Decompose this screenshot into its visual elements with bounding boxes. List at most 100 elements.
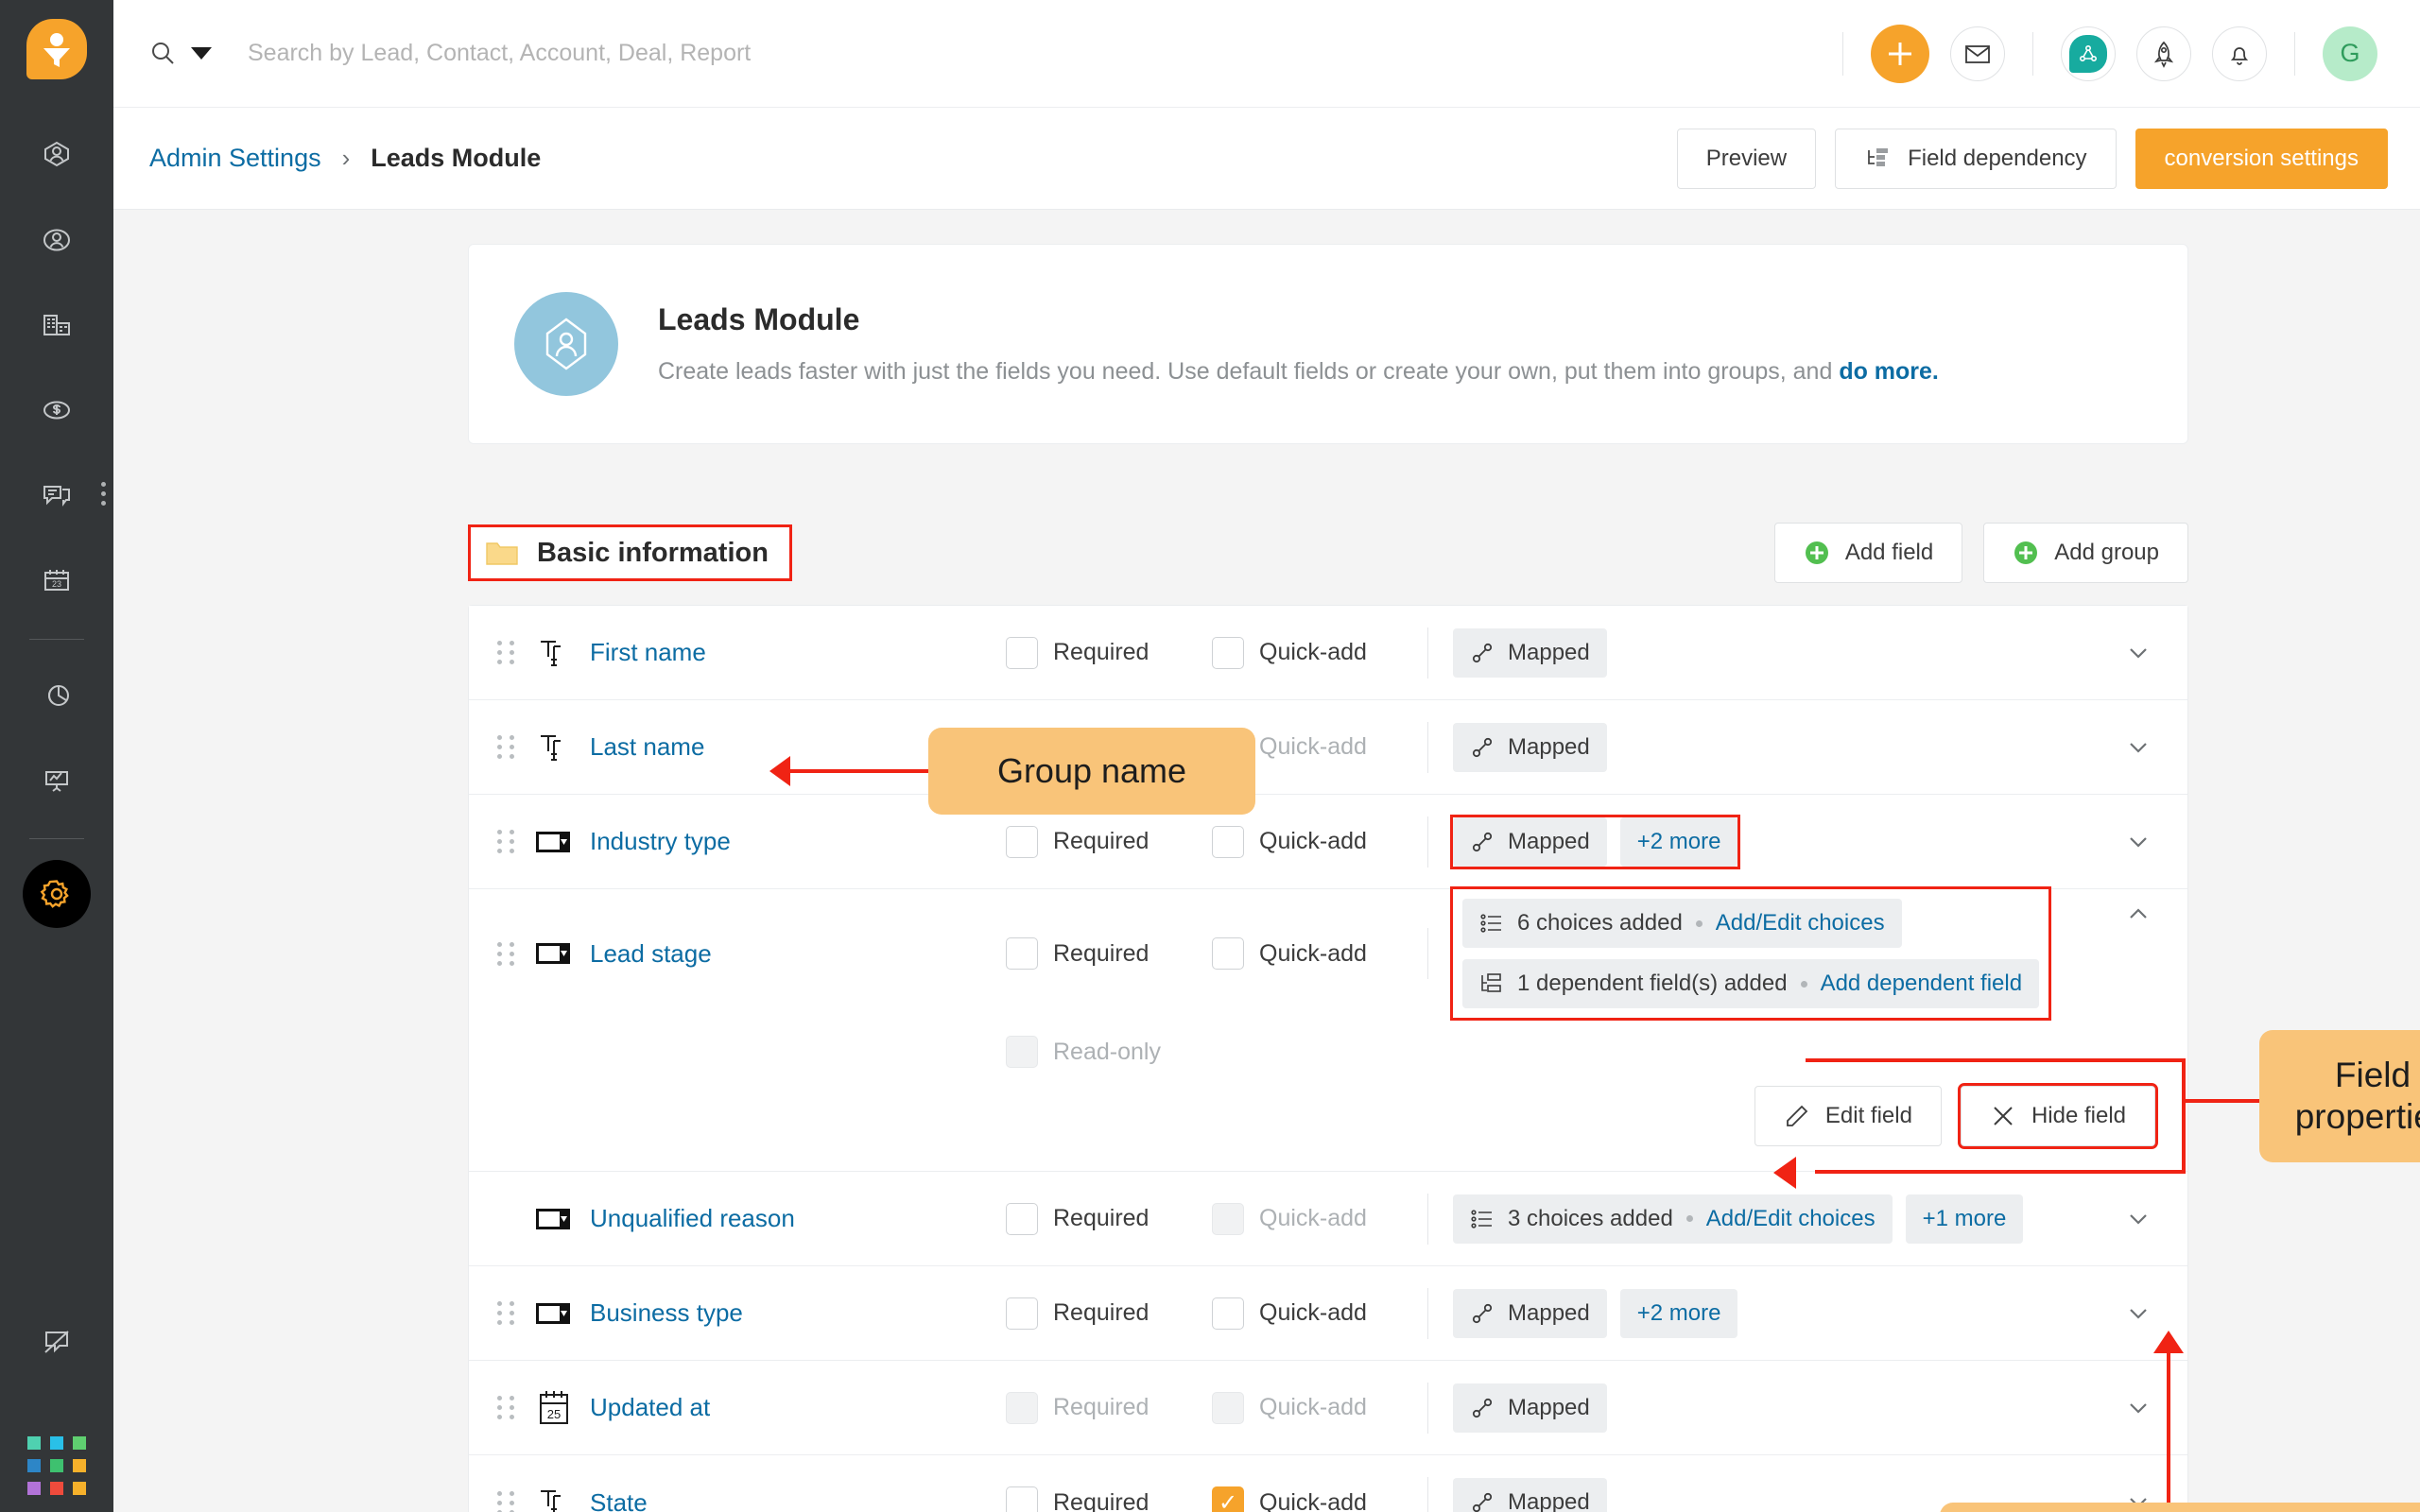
table-row[interactable]: Unqualified reason Required Quick-add 3 … — [469, 1172, 2187, 1266]
drag-handle-icon[interactable] — [497, 1491, 514, 1512]
add-dependent-field-link[interactable]: Add dependent field — [1821, 971, 2023, 997]
required-toggle[interactable]: Required — [1006, 1392, 1212, 1424]
quick-add-checkbox[interactable] — [1212, 1203, 1244, 1235]
required-checkbox[interactable] — [1006, 826, 1038, 858]
prop-mapped[interactable]: Mapped — [1453, 628, 1607, 678]
chevron-down-icon[interactable] — [2123, 1298, 2153, 1329]
chevron-down-icon[interactable] — [2123, 638, 2153, 668]
sidebar-item-reports[interactable] — [23, 661, 91, 729]
field-name-link[interactable]: Industry type — [590, 827, 1006, 856]
row-expand-toggle[interactable] — [2121, 1393, 2155, 1423]
apps-grid-icon[interactable] — [27, 1436, 86, 1495]
quick-add-toggle[interactable]: Quick-add — [1212, 637, 1418, 669]
sidebar-item-accounts[interactable] — [23, 291, 91, 359]
drag-handle-icon[interactable] — [497, 1301, 514, 1325]
sidebar-item-calendar[interactable]: 23 — [23, 546, 91, 614]
quick-add-toggle[interactable]: ✓Quick-add — [1212, 1486, 1418, 1512]
sidebar-item-deals[interactable] — [23, 376, 91, 444]
rail-overflow-dots[interactable] — [101, 482, 106, 506]
field-name-link[interactable]: Lead stage — [590, 939, 1006, 969]
quick-add-toggle[interactable]: Quick-add — [1212, 1203, 1418, 1235]
drag-handle[interactable] — [493, 641, 518, 664]
mail-button[interactable] — [1950, 26, 2005, 81]
prop-more[interactable]: +2 more — [1620, 1289, 1738, 1338]
add-edit-choices-link[interactable]: Add/Edit choices — [1716, 910, 1885, 936]
search-icon[interactable] — [147, 39, 178, 69]
prop-more[interactable]: +2 more — [1620, 817, 1738, 867]
quick-add-checkbox[interactable]: ✓ — [1212, 1486, 1244, 1512]
prop-mapped[interactable]: Mapped — [1453, 1478, 1607, 1512]
required-toggle[interactable]: Required — [1006, 826, 1212, 858]
table-row[interactable]: State Required ✓Quick-add Mapped — [469, 1455, 2187, 1512]
chevron-down-icon[interactable] — [2123, 827, 2153, 857]
required-toggle[interactable]: Required — [1006, 1297, 1212, 1330]
add-button[interactable] — [1871, 25, 1929, 83]
chevron-down-icon[interactable] — [2123, 1393, 2153, 1423]
read-only-toggle[interactable]: Read-only — [1006, 1036, 1212, 1068]
table-row[interactable]: Business type Required Quick-add Mapped +… — [469, 1266, 2187, 1361]
drag-handle-icon[interactable] — [497, 735, 514, 759]
table-row[interactable]: First name Required Quick-add Mapped — [469, 606, 2187, 700]
drag-handle[interactable] — [493, 1396, 518, 1419]
quick-add-checkbox[interactable] — [1212, 1297, 1244, 1330]
drag-handle[interactable] — [493, 830, 518, 853]
quick-add-toggle[interactable]: Quick-add — [1212, 937, 1418, 970]
chevron-down-icon[interactable] — [2123, 1204, 2153, 1234]
drag-handle-icon[interactable] — [497, 942, 514, 966]
required-checkbox[interactable] — [1006, 1297, 1038, 1330]
field-name-link[interactable]: First name — [590, 638, 1006, 667]
preview-button[interactable]: Preview — [1677, 129, 1816, 189]
drag-handle[interactable] — [493, 1301, 518, 1325]
edit-field-button[interactable]: Edit field — [1754, 1086, 1942, 1146]
drag-handle-icon[interactable] — [497, 830, 514, 853]
sidebar-item-conversations[interactable] — [23, 461, 91, 529]
hide-field-button[interactable]: Hide field — [1961, 1086, 2155, 1146]
field-name-link[interactable]: State — [590, 1488, 1006, 1512]
quick-add-checkbox[interactable] — [1212, 826, 1244, 858]
quick-add-checkbox[interactable] — [1212, 637, 1244, 669]
quick-add-toggle[interactable]: Quick-add — [1212, 826, 1418, 858]
required-checkbox[interactable] — [1006, 1486, 1038, 1512]
required-toggle[interactable]: Required — [1006, 937, 1212, 970]
read-only-checkbox[interactable] — [1006, 1036, 1038, 1068]
table-row[interactable]: Industry type Required Quick-add Mapped +… — [469, 795, 2187, 889]
quick-add-toggle[interactable]: Quick-add — [1212, 1392, 1418, 1424]
required-toggle[interactable]: Required — [1006, 1203, 1212, 1235]
required-checkbox[interactable] — [1006, 1392, 1038, 1424]
add-edit-choices-link[interactable]: Add/Edit choices — [1706, 1206, 1876, 1232]
prop-mapped[interactable]: Mapped — [1453, 1289, 1607, 1338]
field-name-link[interactable]: Business type — [590, 1298, 1006, 1328]
required-toggle[interactable]: Required — [1006, 637, 1212, 669]
prop-mapped[interactable]: Mapped — [1453, 1383, 1607, 1433]
drag-handle-icon[interactable] — [497, 641, 514, 664]
required-checkbox[interactable] — [1006, 637, 1038, 669]
whats-new-button[interactable] — [2136, 26, 2191, 81]
field-name-link[interactable]: Updated at — [590, 1393, 1006, 1422]
prop-mapped[interactable]: Mapped — [1453, 723, 1607, 772]
avatar[interactable]: G — [2323, 26, 2377, 81]
field-name-link[interactable]: Unqualified reason — [590, 1204, 1006, 1233]
breadcrumb-parent[interactable]: Admin Settings — [149, 144, 321, 173]
notifications-button[interactable] — [2212, 26, 2267, 81]
table-row[interactable]: Lead stage Required Quick-add 6 choices … — [469, 889, 2187, 1172]
prop-mapped[interactable]: Mapped — [1453, 817, 1607, 867]
row-expand-toggle[interactable] — [2121, 732, 2155, 763]
quick-add-toggle[interactable]: Quick-add — [1212, 1297, 1418, 1330]
chevron-up-icon[interactable] — [2123, 899, 2153, 929]
drag-handle[interactable] — [493, 735, 518, 759]
search-scope-chevron-down-icon[interactable] — [191, 47, 212, 60]
row-collapse-toggle[interactable] — [2121, 899, 2155, 929]
drag-handle[interactable] — [493, 942, 518, 966]
row-expand-toggle[interactable] — [2121, 1298, 2155, 1329]
row-expand-toggle[interactable] — [2121, 1204, 2155, 1234]
sidebar-item-settings[interactable] — [23, 860, 91, 928]
search-input[interactable] — [248, 40, 1825, 67]
required-toggle[interactable]: Required — [1006, 1486, 1212, 1512]
chat-off-button[interactable] — [23, 1308, 91, 1376]
crm-logo[interactable] — [26, 19, 87, 79]
sidebar-item-contacts[interactable] — [23, 206, 91, 274]
row-expand-toggle[interactable] — [2121, 638, 2155, 668]
apps-badge-button[interactable] — [2061, 26, 2116, 81]
table-row[interactable]: Last name ✓Required ✓Quick-add Mapped — [469, 700, 2187, 795]
add-group-button[interactable]: Add group — [1983, 523, 2188, 583]
